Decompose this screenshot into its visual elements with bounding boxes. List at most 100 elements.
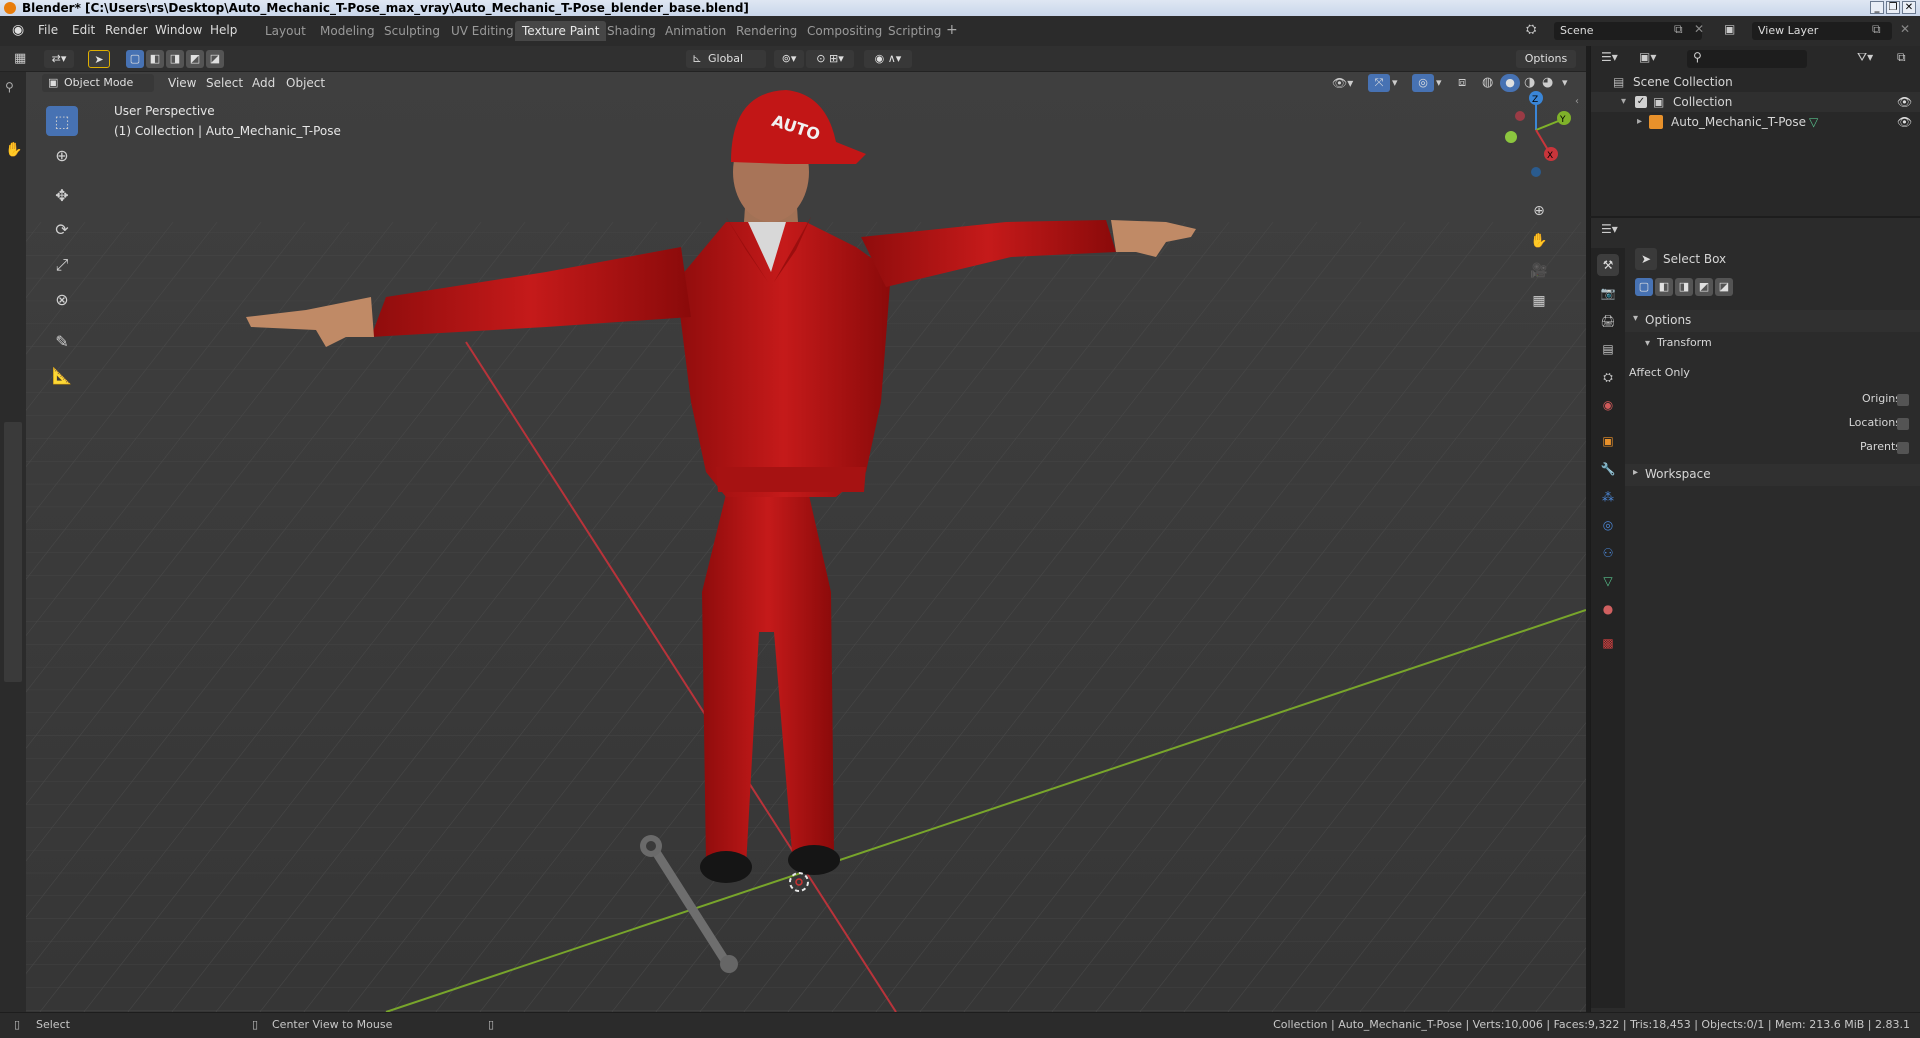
menu-render[interactable]: Render — [105, 23, 148, 37]
parents-checkbox[interactable] — [1897, 442, 1909, 454]
expand-chevron-icon[interactable]: ▸ — [1637, 112, 1642, 132]
prop-mode-subtract-button[interactable]: ◨ — [1675, 278, 1693, 296]
rendered-shading-icon[interactable]: ◕ — [1542, 75, 1553, 90]
select-box-tool-icon[interactable]: ⬚ — [46, 106, 78, 136]
mode-selector[interactable]: Object Mode ▣ — [42, 74, 172, 94]
remove-view-layer-icon[interactable]: ✕ — [1900, 22, 1910, 36]
tab-sculpting[interactable]: Sculpting — [377, 21, 447, 41]
tab-rendering[interactable]: Rendering — [729, 21, 804, 41]
tab-compositing[interactable]: Compositing — [800, 21, 889, 41]
wrench-icon[interactable]: 🔧 — [1597, 458, 1619, 480]
snap-toggle[interactable]: ⊙ ⊞▾ — [806, 50, 854, 68]
zoom-icon[interactable]: ⊕ — [1526, 198, 1552, 224]
pan-hand-icon[interactable]: ✋ — [1526, 228, 1552, 254]
blender-menu-icon[interactable]: ◉ — [12, 22, 24, 38]
collapse-chevron-icon[interactable]: ▾ — [1621, 92, 1626, 112]
object-tab-icon[interactable]: ▣ — [1597, 430, 1619, 452]
origins-checkbox[interactable] — [1897, 394, 1909, 406]
outliner-row-collection[interactable]: ▾ ✓ ▣ Collection 👁 — [1591, 92, 1920, 112]
physics-tab-icon[interactable]: ◎ — [1597, 514, 1619, 536]
tab-texture-paint[interactable]: Texture Paint — [515, 21, 607, 41]
annotate-tool-icon[interactable]: ✎ — [46, 326, 78, 356]
add-workspace-icon[interactable]: + — [946, 22, 958, 38]
mode-subtract-button[interactable]: ◨ — [166, 50, 184, 68]
menu-file[interactable]: File — [38, 23, 58, 37]
left-scrollbar[interactable] — [4, 422, 22, 682]
eye-icon[interactable]: 👁 — [1897, 92, 1912, 112]
new-scene-icon[interactable]: ⧉ — [1674, 22, 1683, 37]
material-tab-icon[interactable]: ● — [1597, 598, 1619, 620]
outliner-editor-type-icon[interactable]: ☰▾ — [1601, 50, 1618, 64]
outliner-search-input[interactable] — [1687, 50, 1807, 68]
options-panel-header[interactable]: ▾ Options — [1625, 310, 1920, 332]
header-menu-view[interactable]: View — [168, 76, 196, 90]
rotate-tool-icon[interactable]: ⟳ — [46, 214, 78, 244]
overlay-toggle-icon[interactable]: ◎ — [1412, 74, 1434, 92]
prop-mode-difference-button[interactable]: ◩ — [1695, 278, 1713, 296]
pivot-dropdown[interactable]: ⊚▾ — [774, 50, 804, 68]
tab-modeling[interactable]: Modeling — [313, 21, 382, 41]
mode-extend-button[interactable]: ◧ — [146, 50, 164, 68]
overlay-dropdown-icon[interactable]: ▾ — [1436, 76, 1442, 89]
view-layer-field[interactable]: View Layer — [1752, 22, 1892, 40]
cursor-tool-icon[interactable]: ⊕ — [46, 140, 78, 170]
sidebar-expand-icon[interactable]: ‹ — [1575, 96, 1579, 107]
3d-viewport[interactable]: AUTO Z Y X User Perspective (1) Collecti… — [26, 72, 1586, 1012]
new-collection-icon[interactable]: ⧉ — [1897, 50, 1906, 65]
texture-tab-icon[interactable]: ▩ — [1597, 632, 1619, 654]
header-menu-object[interactable]: Object — [286, 76, 325, 90]
move-tool-icon[interactable]: ✥ — [46, 180, 78, 210]
maximize-button[interactable]: ❐ — [1886, 1, 1900, 14]
menu-window[interactable]: Window — [155, 23, 202, 37]
world-tab-icon[interactable]: ◉ — [1597, 394, 1619, 416]
view-layer-icon[interactable]: ▣ — [1724, 22, 1735, 36]
locations-checkbox[interactable] — [1897, 418, 1909, 430]
wireframe-shading-icon[interactable]: ◍ — [1482, 75, 1493, 90]
select-box-icon[interactable]: ➤ — [88, 50, 110, 68]
tab-uv-editing[interactable]: UV Editing — [444, 21, 521, 41]
header-menu-add[interactable]: Add — [252, 76, 275, 90]
mesh-data-icon[interactable]: ▽ — [1809, 112, 1818, 132]
object-eye-icon[interactable]: 👁 — [1897, 112, 1912, 132]
gizmo-dropdown-icon[interactable]: ▾ — [1392, 76, 1398, 89]
shading-dropdown-icon[interactable]: ▾ — [1562, 76, 1568, 89]
minimize-button[interactable]: _ — [1870, 1, 1884, 14]
new-view-layer-icon[interactable]: ⧉ — [1872, 22, 1881, 37]
transform-header-label[interactable]: Transform — [1657, 336, 1712, 349]
tab-shading[interactable]: Shading — [600, 21, 663, 41]
output-tab-icon[interactable]: 🖨 — [1597, 310, 1619, 332]
constraints-tab-icon[interactable]: ⚇ — [1597, 542, 1619, 564]
grid-icon[interactable]: ▦ — [1526, 288, 1552, 314]
material-shading-icon[interactable]: ◑ — [1524, 75, 1535, 90]
data-tab-icon[interactable]: ▽ — [1597, 570, 1619, 592]
sidebar-toggle-icon[interactable]: ⚲ — [5, 80, 14, 94]
gizmo-toggle-icon[interactable]: ⤧ — [1368, 74, 1390, 92]
close-button[interactable]: ✕ — [1902, 1, 1916, 14]
camera-icon[interactable]: 🎥 — [1526, 258, 1552, 284]
outliner-row-scene-collection[interactable]: ▤ Scene Collection — [1591, 72, 1920, 92]
prop-mode-extend-button[interactable]: ◧ — [1655, 278, 1673, 296]
tab-scripting[interactable]: Scripting — [881, 21, 948, 41]
transform-tool-icon[interactable]: ⊗ — [46, 284, 78, 314]
options-dropdown[interactable]: Options — [1516, 50, 1576, 68]
mode-intersect-button[interactable]: ◪ — [206, 50, 224, 68]
prop-mode-intersect-button[interactable]: ◪ — [1715, 278, 1733, 296]
tab-animation[interactable]: Animation — [658, 21, 733, 41]
hand-icon[interactable]: ✋ — [5, 142, 22, 158]
menu-edit[interactable]: Edit — [72, 23, 95, 37]
measure-tool-icon[interactable]: 📐 — [46, 360, 78, 390]
prop-mode-new-button[interactable]: ▢ — [1635, 278, 1653, 296]
editor-type-icon[interactable]: ▦ — [14, 51, 26, 66]
xray-toggle-icon[interactable]: ⧈ — [1458, 75, 1466, 90]
render-tab-icon[interactable]: 📷 — [1597, 282, 1619, 304]
object-mode-dropdown[interactable]: Object Mode — [42, 74, 154, 92]
tool-tab-icon[interactable]: ⚒ — [1597, 254, 1619, 276]
remove-scene-icon[interactable]: ✕ — [1694, 22, 1704, 36]
visibility-dropdown-icon[interactable]: 👁▾ — [1332, 76, 1353, 90]
display-mode-icon[interactable]: ▣▾ — [1639, 50, 1656, 64]
header-menu-select[interactable]: Select — [206, 76, 243, 90]
scene-tab-icon[interactable]: ⛭ — [1597, 366, 1619, 388]
mode-new-button[interactable]: ▢ — [126, 50, 144, 68]
properties-editor-type-icon[interactable]: ☰▾ — [1601, 222, 1618, 236]
particles-tab-icon[interactable]: ⁂ — [1597, 486, 1619, 508]
